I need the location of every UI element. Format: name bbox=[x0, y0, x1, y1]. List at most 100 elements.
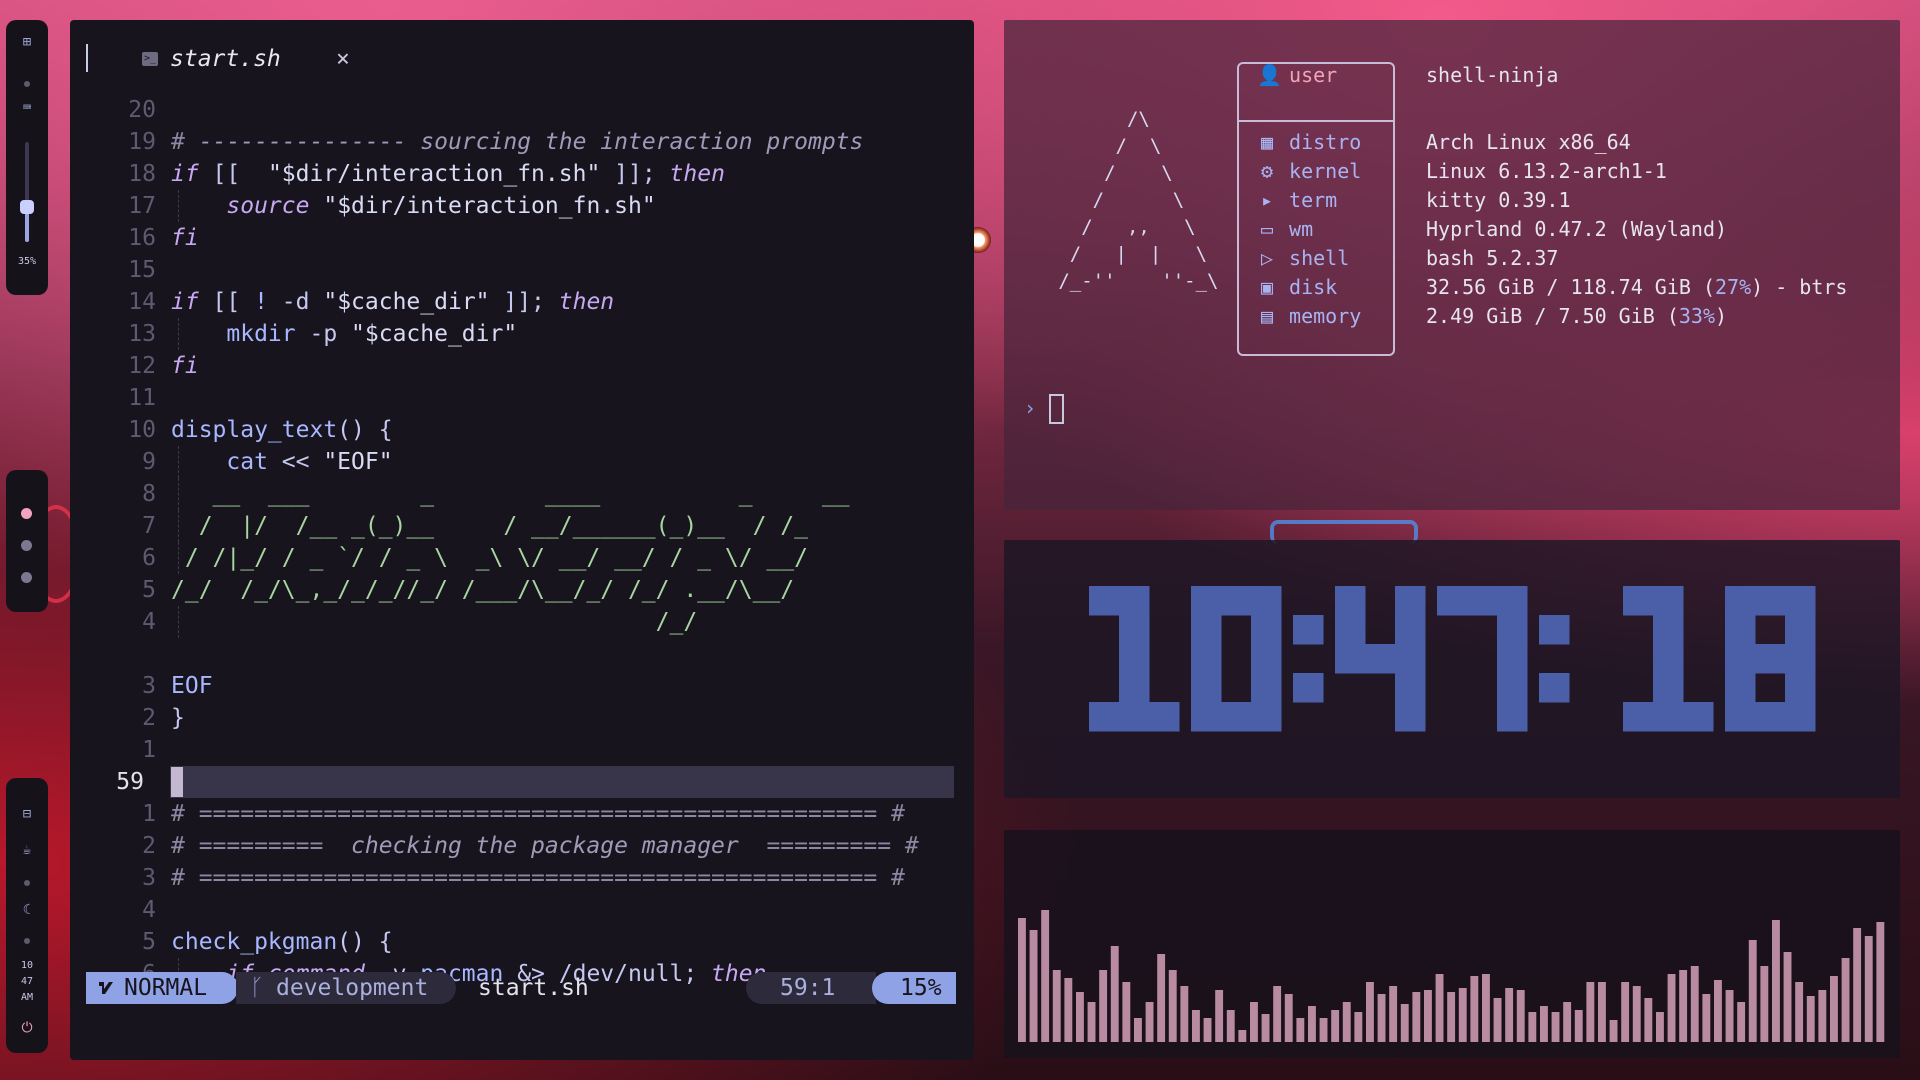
code-line[interactable]: 12 fi bbox=[70, 350, 974, 382]
visualizer-bar bbox=[1493, 998, 1502, 1042]
terminal-file-icon: >_ bbox=[142, 52, 158, 66]
tab-close-icon[interactable]: × bbox=[336, 46, 350, 72]
visualizer-bar bbox=[1215, 990, 1224, 1042]
visualizer-bar bbox=[1470, 976, 1479, 1042]
network-icon[interactable]: ⊟ bbox=[6, 806, 48, 822]
visualizer-bar bbox=[1772, 920, 1780, 1042]
fetch-value-kernel: Linux 6.13.2-arch1-1 bbox=[1426, 159, 1667, 183]
code-line[interactable]: 10 display_text() { bbox=[70, 414, 974, 446]
clock-pixel bbox=[1653, 615, 1684, 645]
clock-pixel bbox=[1395, 702, 1426, 732]
volume-slider[interactable] bbox=[25, 142, 29, 242]
code-line[interactable]: 3 EOF bbox=[70, 670, 974, 702]
code-line[interactable]: 6 / /|_/ / _ `/ / _ \ _\ \/ __/ __/ / _ … bbox=[70, 542, 974, 574]
clock-pixel bbox=[1653, 673, 1684, 703]
workspace-2-dot[interactable] bbox=[21, 540, 32, 551]
line-text: __ ___ _ ____ _ __ bbox=[171, 478, 850, 510]
code-line[interactable]: 2 # ========= checking the package manage… bbox=[70, 830, 974, 862]
syntax-token: /_/ /_/\_,_/_/_//_/ /___/\__/_/ /_/ .__/… bbox=[171, 577, 795, 603]
syntax-token: () { bbox=[337, 929, 393, 955]
code-line[interactable]: 19 # --------------- sourcing the interac… bbox=[70, 126, 974, 158]
mode-indicator: NORMAL bbox=[86, 972, 238, 1004]
visualizer-bar bbox=[1389, 986, 1398, 1042]
code-line[interactable]: 20 bbox=[70, 94, 974, 126]
visualizer-bar bbox=[1134, 1018, 1142, 1042]
night-mode-icon[interactable]: ☾ bbox=[6, 902, 48, 918]
visualizer-bar bbox=[1076, 992, 1084, 1042]
line-text: cat << "EOF" bbox=[171, 446, 393, 478]
line-text: # ======================================… bbox=[171, 862, 905, 894]
syntax-token: -d bbox=[267, 289, 324, 315]
syntax-token: "EOF" bbox=[323, 449, 393, 475]
terminal-cursor[interactable] bbox=[1049, 394, 1064, 424]
visualizer-bar bbox=[1806, 996, 1815, 1042]
fastfetch-terminal[interactable]: /\ / \ / \ / \ / ,, \ / | | \ /_-'' ''-_… bbox=[1004, 20, 1900, 510]
workspace-3-dot[interactable] bbox=[21, 572, 32, 583]
line-number: 13 bbox=[128, 321, 156, 347]
neovim-editor[interactable]: >_ start.sh × 20 19 # --------------- sour… bbox=[70, 20, 974, 1060]
clock-pixel bbox=[1251, 702, 1282, 732]
code-line[interactable]: 7 / |/ /__ _(_)__ / __/______(_)__ / /_ bbox=[70, 510, 974, 542]
keyboard-icon[interactable]: ⌨ bbox=[6, 100, 48, 116]
code-line[interactable]: 4 /_/ bbox=[70, 606, 974, 638]
code-line[interactable]: 16 fi bbox=[70, 222, 974, 254]
code-line[interactable]: 1 # =====================================… bbox=[70, 798, 974, 830]
fetch-value-text: 32.56 GiB / 118.74 GiB ( bbox=[1426, 275, 1715, 299]
code-line[interactable]: 4 bbox=[70, 894, 974, 926]
code-line[interactable]: 1 bbox=[70, 734, 974, 766]
line-text: source "$dir/interaction_fn.sh" bbox=[171, 190, 655, 222]
visualizer-bar bbox=[1795, 982, 1804, 1042]
visualizer-bar bbox=[1273, 986, 1282, 1042]
clock-pixel bbox=[1653, 644, 1684, 674]
line-number: 11 bbox=[128, 385, 156, 411]
workspace-grid-icon[interactable]: ⊞ bbox=[6, 34, 48, 50]
power-icon[interactable]: ⏻ bbox=[6, 1020, 48, 1036]
visualizer-bar bbox=[1435, 974, 1444, 1042]
sidebar-top-module: ⊞ ⌨ 35% bbox=[6, 20, 48, 295]
code-line[interactable]: 8 __ ___ _ ____ _ __ bbox=[70, 478, 974, 510]
code-line[interactable]: 9 cat << "EOF" bbox=[70, 446, 974, 478]
clock-pixel bbox=[1497, 673, 1528, 703]
code-line[interactable]: 5 /_/ /_/\_,_/_/_//_/ /___/\__/_/ /_/ .__… bbox=[70, 574, 974, 606]
line-text: } bbox=[171, 702, 185, 734]
syntax-token: "$cache_dir" bbox=[323, 289, 490, 315]
syntax-token: / /|_/ / _ `/ / _ \ _\ \/ __/ __/ / _ \/… bbox=[171, 545, 808, 571]
clock-pixel bbox=[1089, 586, 1120, 616]
clock-pixel bbox=[1119, 702, 1150, 732]
syntax-token: ]]; bbox=[600, 161, 670, 187]
visualizer-bar bbox=[1598, 982, 1606, 1042]
clock-pixel bbox=[1395, 615, 1426, 645]
code-line[interactable]: 5 check_pkgman() { bbox=[70, 926, 974, 958]
visualizer-bar bbox=[1574, 1010, 1583, 1042]
fetch-key-disk: ▣ disk bbox=[1257, 275, 1337, 299]
workspace-1-dot[interactable] bbox=[21, 508, 32, 519]
code-line[interactable]: 13 mkdir -p "$cache_dir" bbox=[70, 318, 974, 350]
code-line[interactable]: 2} bbox=[70, 702, 974, 734]
code-line[interactable]: 17 source "$dir/interaction_fn.sh" bbox=[70, 190, 974, 222]
visualizer-bar bbox=[1783, 952, 1792, 1042]
code-line[interactable]: 14 if [[ ! -d "$cache_dir" ]]; then bbox=[70, 286, 974, 318]
clock-ampm: AM bbox=[20, 992, 34, 1003]
line-number: 6 bbox=[142, 545, 156, 571]
volume-slider-knob[interactable] bbox=[20, 200, 34, 214]
volume-label: 35% bbox=[17, 256, 37, 267]
coffee-icon[interactable]: ☕ bbox=[6, 842, 48, 858]
code-line[interactable]: 3 # =====================================… bbox=[70, 862, 974, 894]
clock-pixel bbox=[1089, 702, 1120, 732]
cursor-line[interactable]: 59 bbox=[70, 766, 974, 798]
code-line[interactable]: 18 if [[ "$dir/interaction_fn.sh" ]]; the… bbox=[70, 158, 974, 190]
visualizer-bar bbox=[1180, 986, 1189, 1042]
code-line[interactable]: 15 bbox=[70, 254, 974, 286]
kernel-icon: ⚙ bbox=[1260, 159, 1274, 183]
clock-pixel bbox=[1395, 586, 1426, 616]
clock-pixel bbox=[1725, 673, 1756, 703]
tab-start-sh[interactable]: start.sh bbox=[170, 46, 281, 72]
visualizer-bar bbox=[1632, 986, 1641, 1042]
separator-dot bbox=[24, 938, 30, 944]
visualizer-bar bbox=[1052, 970, 1061, 1042]
code-line[interactable]: 11 bbox=[70, 382, 974, 414]
code-line[interactable] bbox=[70, 638, 974, 670]
line-number: 2 bbox=[142, 833, 156, 859]
line-number: 17 bbox=[128, 193, 156, 219]
cursor-position-label: 59:1 bbox=[780, 975, 836, 1001]
